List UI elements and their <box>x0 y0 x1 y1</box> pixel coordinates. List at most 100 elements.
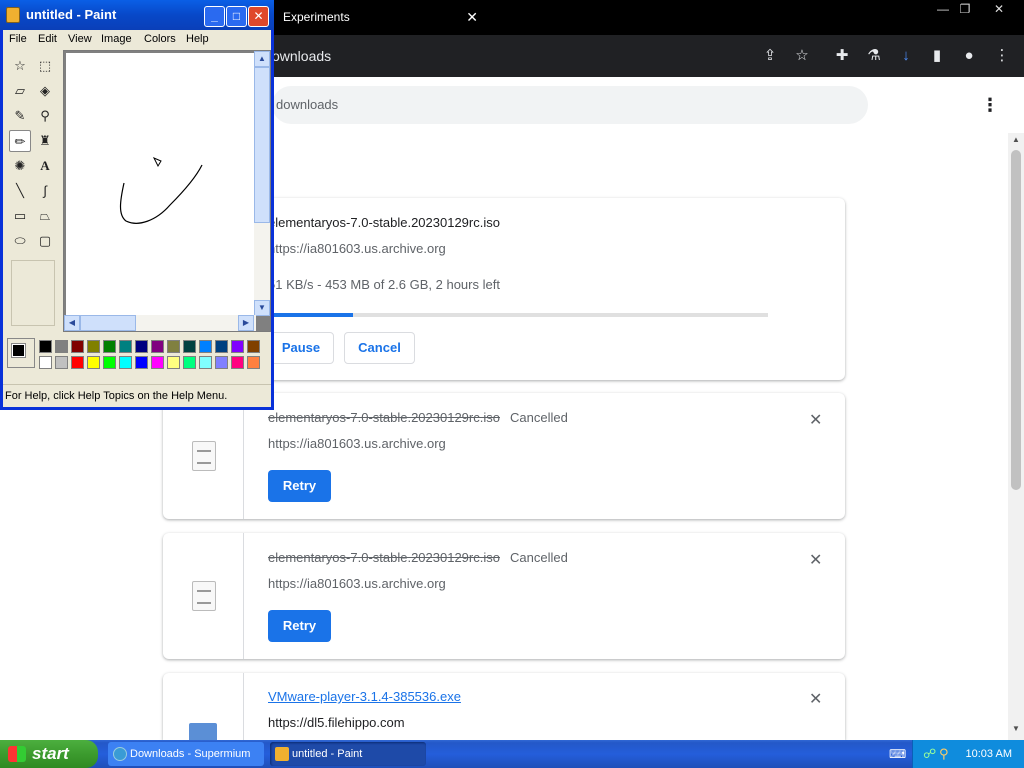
ellipse-icon[interactable]: ⬭ <box>9 230 31 252</box>
color-swatch[interactable] <box>119 340 132 353</box>
restore-button[interactable]: ❐ <box>948 0 982 18</box>
menu-file[interactable]: File <box>9 33 27 45</box>
color-swatch[interactable] <box>87 340 100 353</box>
network-icon[interactable]: ☍ <box>923 740 936 768</box>
menu-help[interactable]: Help <box>186 33 209 45</box>
color-swatch[interactable] <box>71 340 84 353</box>
tab-experiments[interactable]: Experiments ✕ <box>272 0 490 35</box>
cancel-button[interactable]: Cancel <box>344 332 415 364</box>
download-filename-link[interactable]: VMware-player-3.1.4-385536.exe <box>268 689 461 704</box>
color-swatch[interactable] <box>55 340 68 353</box>
rectangle-icon[interactable]: ▭ <box>9 205 31 227</box>
scroll-thumb[interactable] <box>1011 150 1021 490</box>
color-swatch[interactable] <box>103 356 116 369</box>
menu-image[interactable]: Image <box>101 33 132 45</box>
remove-item-icon[interactable]: ✕ <box>809 410 822 430</box>
scroll-right-icon[interactable]: ▶ <box>238 315 254 331</box>
task-downloads-supermium[interactable]: Downloads - Supermium <box>108 742 264 766</box>
share-icon[interactable]: ⇪ <box>759 45 781 67</box>
browser-menu-icon[interactable]: ⋮ <box>991 45 1013 67</box>
task-untitled-paint[interactable]: untitled - Paint <box>270 742 426 766</box>
color-swatch[interactable] <box>199 356 212 369</box>
color-swatch[interactable] <box>231 340 244 353</box>
close-button[interactable]: ✕ <box>982 0 1016 18</box>
remove-item-icon[interactable]: ✕ <box>809 550 822 570</box>
menu-colors[interactable]: Colors <box>144 33 176 45</box>
download-url[interactable]: https://ia801603.us.archive.org <box>268 576 446 591</box>
color-swatch[interactable] <box>151 340 164 353</box>
pencil-icon[interactable]: ✏ <box>9 130 31 152</box>
color-swatch[interactable] <box>39 340 52 353</box>
drawing-canvas[interactable] <box>66 53 254 315</box>
tool-options-panel[interactable] <box>11 260 55 326</box>
polygon-icon[interactable]: ⏢ <box>34 205 56 227</box>
menu-edit[interactable]: Edit <box>38 33 57 45</box>
airbrush-icon[interactable]: ✺ <box>9 155 31 177</box>
paint-maximize-button[interactable]: □ <box>226 6 247 27</box>
scroll-up-icon[interactable]: ▲ <box>1008 135 1024 147</box>
side-panel-icon[interactable]: ▮ <box>926 45 948 67</box>
color-swatch[interactable] <box>135 340 148 353</box>
color-swatch[interactable] <box>247 340 260 353</box>
menu-view[interactable]: View <box>68 33 92 45</box>
fill-bucket-icon[interactable]: ◈ <box>34 80 56 102</box>
brush-icon[interactable]: ♜ <box>34 130 56 152</box>
scroll-down-icon[interactable]: ▼ <box>254 300 270 316</box>
start-button[interactable]: start <box>0 740 98 768</box>
color-swatch[interactable] <box>55 356 68 369</box>
magnifier-icon[interactable]: ⚲ <box>34 105 56 127</box>
more-actions-icon[interactable]: ⋮ <box>980 93 1000 117</box>
color-swatch[interactable] <box>199 340 212 353</box>
profile-avatar-icon[interactable]: ● <box>958 45 980 67</box>
download-url[interactable]: https://dl5.filehippo.com <box>268 715 405 730</box>
paint-minimize-button[interactable]: _ <box>204 6 225 27</box>
paint-close-button[interactable]: ✕ <box>248 6 269 27</box>
free-select-icon[interactable]: ☆ <box>9 55 31 77</box>
color-swatch[interactable] <box>183 340 196 353</box>
bookmark-star-icon[interactable]: ☆ <box>791 45 813 67</box>
horizontal-scroll-thumb[interactable] <box>80 315 136 331</box>
color-picker-icon[interactable]: ✎ <box>9 105 31 127</box>
color-swatch[interactable] <box>87 356 100 369</box>
keyboard-icon[interactable]: ⌨ <box>889 740 906 768</box>
remove-item-icon[interactable]: ✕ <box>809 689 822 709</box>
color-swatch[interactable] <box>215 340 228 353</box>
canvas-vertical-scrollbar[interactable]: ▲ ▼ <box>254 51 270 316</box>
download-filename[interactable]: elementaryos-7.0-stable.20230129rc.iso <box>268 215 500 230</box>
color-swatch[interactable] <box>167 340 180 353</box>
color-swatch[interactable] <box>247 356 260 369</box>
eraser-icon[interactable]: ▱ <box>9 80 31 102</box>
search-downloads-input[interactable]: downloads <box>272 86 868 124</box>
color-swatch[interactable] <box>231 356 244 369</box>
scroll-down-icon[interactable]: ▼ <box>1008 724 1024 736</box>
canvas-horizontal-scrollbar[interactable]: ◀ ▶ <box>64 315 256 331</box>
color-swatch[interactable] <box>135 356 148 369</box>
color-swatch[interactable] <box>167 356 180 369</box>
retry-button[interactable]: Retry <box>268 470 331 502</box>
retry-button[interactable]: Retry <box>268 610 331 642</box>
color-swatch[interactable] <box>71 356 84 369</box>
scroll-up-icon[interactable]: ▲ <box>254 51 270 67</box>
download-icon[interactable]: ↓ <box>895 45 917 67</box>
download-url[interactable]: https://ia801603.us.archive.org <box>268 436 446 451</box>
color-swatch[interactable] <box>119 356 132 369</box>
vertical-scroll-thumb[interactable] <box>254 67 270 223</box>
scroll-left-icon[interactable]: ◀ <box>64 315 80 331</box>
download-url[interactable]: https://ia801603.us.archive.org <box>268 241 446 256</box>
color-swatch[interactable] <box>183 356 196 369</box>
color-swatch[interactable] <box>39 356 52 369</box>
address-bar[interactable]: ownloads <box>272 41 820 71</box>
tab-close-icon[interactable]: ✕ <box>466 0 478 35</box>
pause-button[interactable]: Pause <box>268 332 334 364</box>
page-scrollbar[interactable]: ▲ ▼ <box>1008 133 1024 740</box>
text-tool-icon[interactable]: A <box>34 155 56 177</box>
curve-icon[interactable]: ∫ <box>34 180 56 202</box>
color-swatch[interactable] <box>151 356 164 369</box>
search-icon[interactable]: ⚲ <box>939 740 949 768</box>
rounded-rect-icon[interactable]: ▢ <box>34 230 56 252</box>
color-swatch[interactable] <box>215 356 228 369</box>
line-icon[interactable]: ╲ <box>9 180 31 202</box>
rect-select-icon[interactable]: ⬚ <box>34 55 56 77</box>
paint-titlebar[interactable]: untitled - Paint _ □ ✕ <box>0 0 274 30</box>
labs-flask-icon[interactable]: ⚗ <box>863 45 885 67</box>
